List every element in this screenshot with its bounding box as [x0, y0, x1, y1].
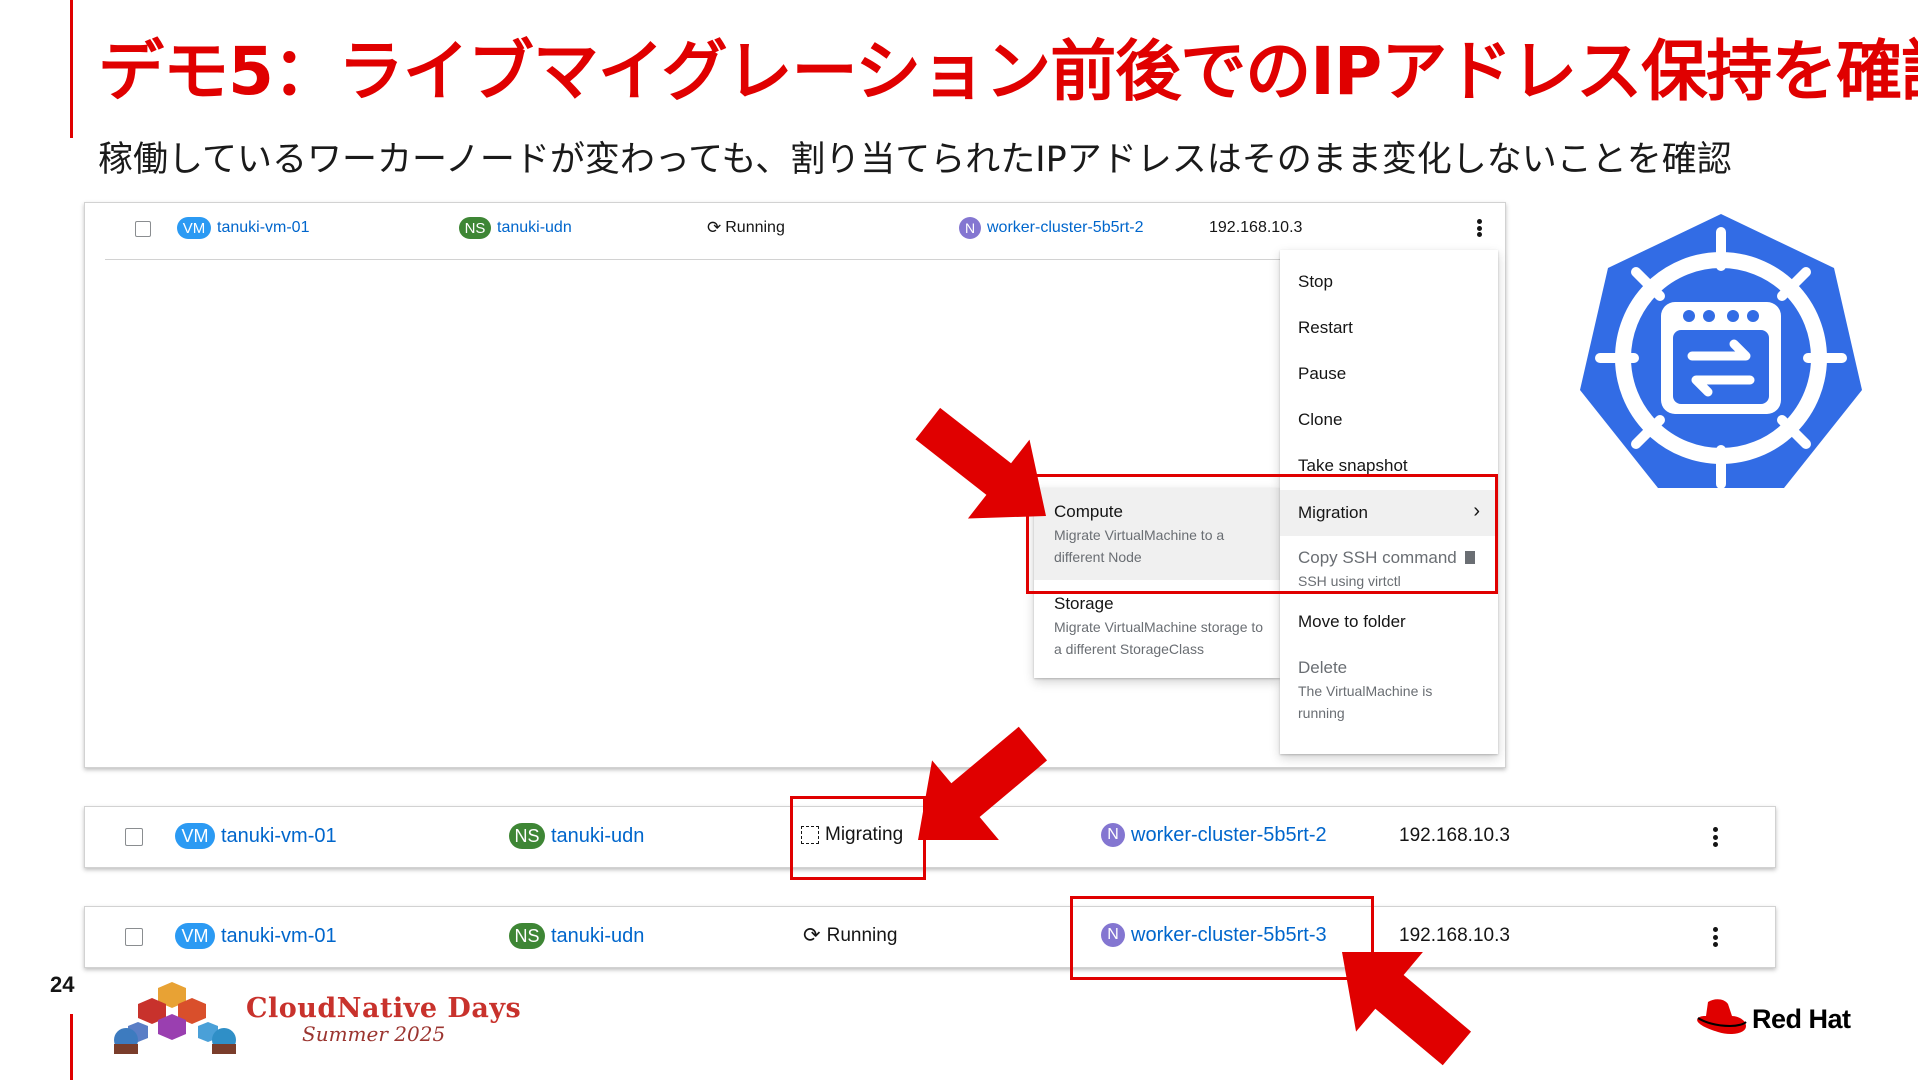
- kubevirt-logo: [1580, 214, 1862, 489]
- event-subtitle: Summer 2025: [302, 1022, 446, 1046]
- arrow-to-compute-icon: [915, 407, 1046, 519]
- page-number: 24: [50, 972, 75, 997]
- event-name: CloudNative Days: [246, 993, 522, 1024]
- sponsor-name: Red Hat: [1752, 1004, 1851, 1034]
- arrow-to-migrating-icon: [918, 726, 1048, 840]
- arrow-to-new-node-icon: [1342, 952, 1472, 1066]
- red-arrows: [915, 407, 1472, 1066]
- redhat-hat-icon: [1697, 999, 1747, 1034]
- cloudnative-days-logo-icon: [114, 982, 236, 1054]
